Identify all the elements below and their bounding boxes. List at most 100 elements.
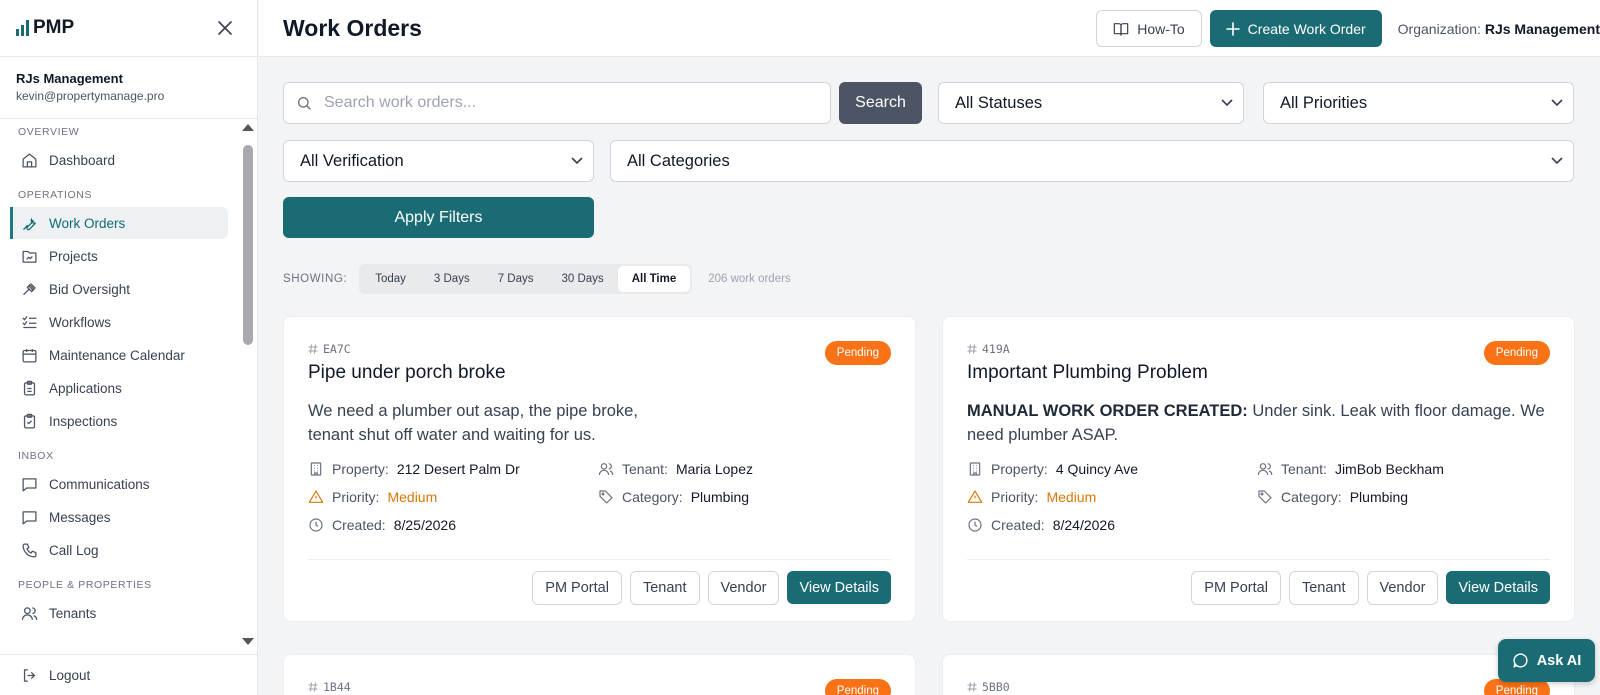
tenant-label: Tenant:: [622, 461, 668, 477]
status-select[interactable]: All Statuses: [938, 82, 1244, 124]
work-order-id: EA7C: [308, 342, 351, 356]
work-order-card[interactable]: 419A Pending Important Plumbing Problem …: [942, 316, 1575, 622]
create-work-order-label: Create Work Order: [1247, 20, 1366, 37]
property-value: 212 Desert Palm Dr: [396, 461, 520, 477]
priority-info: Priority: Medium: [967, 489, 1096, 505]
priority-label: Priority:: [991, 489, 1039, 505]
work-order-card[interactable]: 5BB0 Pending: [942, 654, 1575, 695]
priority-select-value: All Priorities: [1280, 93, 1368, 112]
sidebar-item-label: Applications: [49, 380, 122, 396]
sidebar-item-label: Call Log: [49, 542, 99, 558]
clock-icon: [308, 517, 324, 533]
work-order-card[interactable]: 1B44 Pending: [283, 654, 916, 695]
tag-icon: [1257, 489, 1273, 505]
clipboard-check-icon: [20, 412, 38, 430]
sidebar-item-projects[interactable]: Projects: [10, 240, 228, 272]
date-range-group: Today 3 Days 7 Days 30 Days All Time: [359, 264, 693, 294]
work-order-id-value: EA7C: [323, 342, 351, 356]
work-order-id-value: 419A: [982, 342, 1010, 356]
book-open-icon: [1113, 21, 1129, 37]
priority-value: Medium: [1046, 489, 1097, 505]
scroll-down-arrow-icon[interactable]: [242, 638, 254, 645]
status-badge: Pending: [824, 679, 891, 695]
ask-ai-button[interactable]: Ask AI: [1498, 639, 1595, 682]
property-value: 4 Quincy Ave: [1055, 461, 1139, 477]
tenant-label: Tenant:: [1281, 461, 1327, 477]
phone-icon: [20, 541, 38, 559]
work-order-description: We need a plumber out asap, the pipe bro…: [308, 399, 648, 447]
warning-triangle-icon: [967, 489, 983, 505]
tenant-button[interactable]: Tenant: [629, 571, 700, 605]
category-select-value: All Categories: [627, 151, 730, 170]
work-order-title: Pipe under porch broke: [308, 362, 506, 383]
tenant-value: JimBob Beckham: [1334, 461, 1444, 477]
ask-ai-label: Ask AI: [1536, 652, 1582, 669]
view-details-button[interactable]: View Details: [787, 571, 891, 604]
property-info: Property: 4 Quincy Ave: [967, 461, 1138, 477]
nav-section-operations: OPERATIONS: [18, 189, 93, 201]
sidebar-item-workflows[interactable]: Workflows: [10, 306, 228, 338]
range-all-time-button[interactable]: All Time: [617, 266, 691, 292]
category-select[interactable]: All Categories: [610, 140, 1574, 182]
scroll-up-arrow-icon[interactable]: [242, 124, 254, 131]
app-logo[interactable]: PMP: [16, 17, 74, 39]
created-info: Created: 8/25/2026: [308, 517, 456, 533]
search-button[interactable]: Search: [839, 82, 922, 124]
work-order-title: Important Plumbing Problem: [967, 362, 1208, 383]
tag-icon: [598, 489, 614, 505]
vendor-button[interactable]: Vendor: [707, 571, 780, 605]
sidebar-scrollbar[interactable]: [242, 120, 254, 654]
create-work-order-button[interactable]: Create Work Order: [1209, 10, 1382, 47]
range-30-days-button[interactable]: 30 Days: [548, 266, 618, 292]
chevron-down-icon: [1551, 99, 1563, 107]
sidebar-item-label: Workflows: [49, 314, 112, 330]
priority-select[interactable]: All Priorities: [1263, 82, 1574, 124]
organization-prefix: Organization:: [1397, 20, 1481, 37]
sidebar-item-applications[interactable]: Applications: [10, 372, 228, 404]
close-sidebar-button[interactable]: [213, 16, 237, 40]
property-label: Property:: [991, 461, 1048, 477]
apply-filters-button[interactable]: Apply Filters: [283, 197, 594, 238]
sidebar-nav: OVERVIEW Dashboard OPERATIONS Work Order…: [0, 120, 242, 654]
vendor-button[interactable]: Vendor: [1366, 571, 1439, 605]
range-3-days-button[interactable]: 3 Days: [420, 266, 484, 292]
verification-select-value: All Verification: [300, 151, 404, 170]
building-icon: [308, 461, 324, 477]
clock-icon: [967, 517, 983, 533]
sidebar-org-info: RJs Management kevin@propertymanage.pro: [0, 57, 257, 119]
chevron-down-icon: [571, 157, 583, 165]
search-box[interactable]: [283, 82, 831, 124]
sidebar-item-bid-oversight[interactable]: Bid Oversight: [10, 273, 228, 305]
logout-button[interactable]: Logout: [10, 659, 244, 691]
how-to-label: How-To: [1137, 20, 1185, 37]
sidebar-item-label: Messages: [49, 509, 111, 525]
sidebar-item-communications[interactable]: Communications: [10, 468, 228, 500]
tenant-button[interactable]: Tenant: [1288, 571, 1359, 605]
view-details-button[interactable]: View Details: [1446, 571, 1550, 604]
sidebar-item-messages[interactable]: Messages: [10, 501, 228, 533]
sidebar-item-dashboard[interactable]: Dashboard: [10, 144, 228, 176]
search-input[interactable]: [324, 94, 804, 112]
pm-portal-button[interactable]: PM Portal: [532, 571, 622, 605]
chat-bubble-icon: [1512, 652, 1529, 669]
pm-portal-button[interactable]: PM Portal: [1191, 571, 1281, 605]
range-7-days-button[interactable]: 7 Days: [484, 266, 548, 292]
card-divider: [967, 559, 1550, 560]
work-order-card[interactable]: EA7C Pending Pipe under porch broke We n…: [283, 316, 916, 622]
close-icon: [218, 21, 232, 35]
sidebar-item-work-orders[interactable]: Work Orders: [10, 207, 228, 239]
hash-icon: [967, 344, 977, 354]
chevron-down-icon: [1221, 99, 1233, 107]
status-select-value: All Statuses: [955, 93, 1043, 112]
page-title: Work Orders: [283, 14, 422, 41]
sidebar-item-maintenance-calendar[interactable]: Maintenance Calendar: [10, 339, 228, 371]
range-today-button[interactable]: Today: [361, 266, 420, 292]
how-to-button[interactable]: How-To: [1096, 10, 1202, 47]
verification-select[interactable]: All Verification: [283, 140, 594, 182]
sidebar-item-inspections[interactable]: Inspections: [10, 405, 228, 437]
card-actions: PM Portal Tenant Vendor View Details: [532, 571, 891, 605]
sidebar-item-label: Communications: [49, 476, 150, 492]
scroll-thumb[interactable]: [243, 145, 253, 345]
sidebar-item-tenants[interactable]: Tenants: [10, 597, 228, 629]
sidebar-item-call-log[interactable]: Call Log: [10, 534, 228, 566]
